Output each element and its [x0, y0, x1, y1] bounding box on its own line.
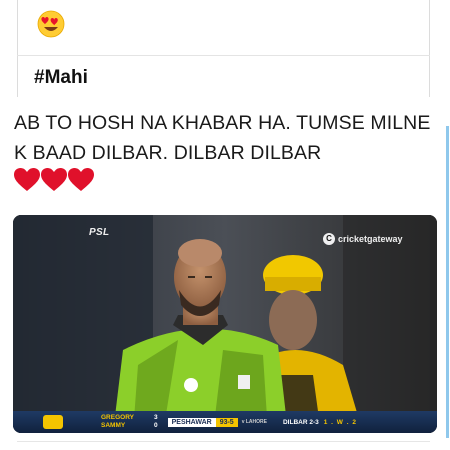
post-bottom-divider	[17, 441, 430, 442]
bowler-figures: DILBAR 2-3	[282, 418, 319, 426]
post-divider	[17, 55, 430, 56]
over-balls: 1 . W . 2	[323, 418, 357, 426]
heart-eyes-emoji-icon	[37, 10, 65, 38]
batter-name: GREGORY	[101, 414, 134, 421]
batter-runs: 3 0	[154, 414, 158, 430]
opponent-team: v LAHORE	[241, 419, 267, 425]
watermark: C cricketgateway	[323, 233, 403, 245]
scorecard-bar: GREGORY SAMMY 3 0 PESHAWAR 93-5 v LAHORE…	[13, 411, 437, 433]
batter-run: 0	[154, 422, 158, 429]
batter-name: SAMMY	[101, 422, 126, 429]
psl-logo: PSL	[89, 227, 110, 238]
watermark-text: cricketgateway	[338, 234, 403, 244]
post-body-text: AB TO HOSH NA KHABAR HA. TUMSE MILNE K B…	[14, 112, 431, 164]
video-thumbnail[interactable]: PSL C cricketgateway GREGORY SAMMY 3 0 P…	[13, 215, 437, 433]
hashtag-link[interactable]: #Mahi	[34, 67, 88, 89]
batting-team: PESHAWAR	[167, 417, 216, 427]
red-hearts-icon	[14, 168, 94, 191]
cricket-broadcast-still	[13, 215, 437, 433]
batter-run: 3	[154, 414, 158, 421]
scroll-indicator[interactable]	[446, 126, 449, 438]
batters-list: GREGORY SAMMY	[101, 414, 134, 430]
team-score: 93-5	[215, 417, 238, 427]
watermark-icon: C	[323, 233, 335, 245]
team-logo-icon	[43, 415, 63, 429]
